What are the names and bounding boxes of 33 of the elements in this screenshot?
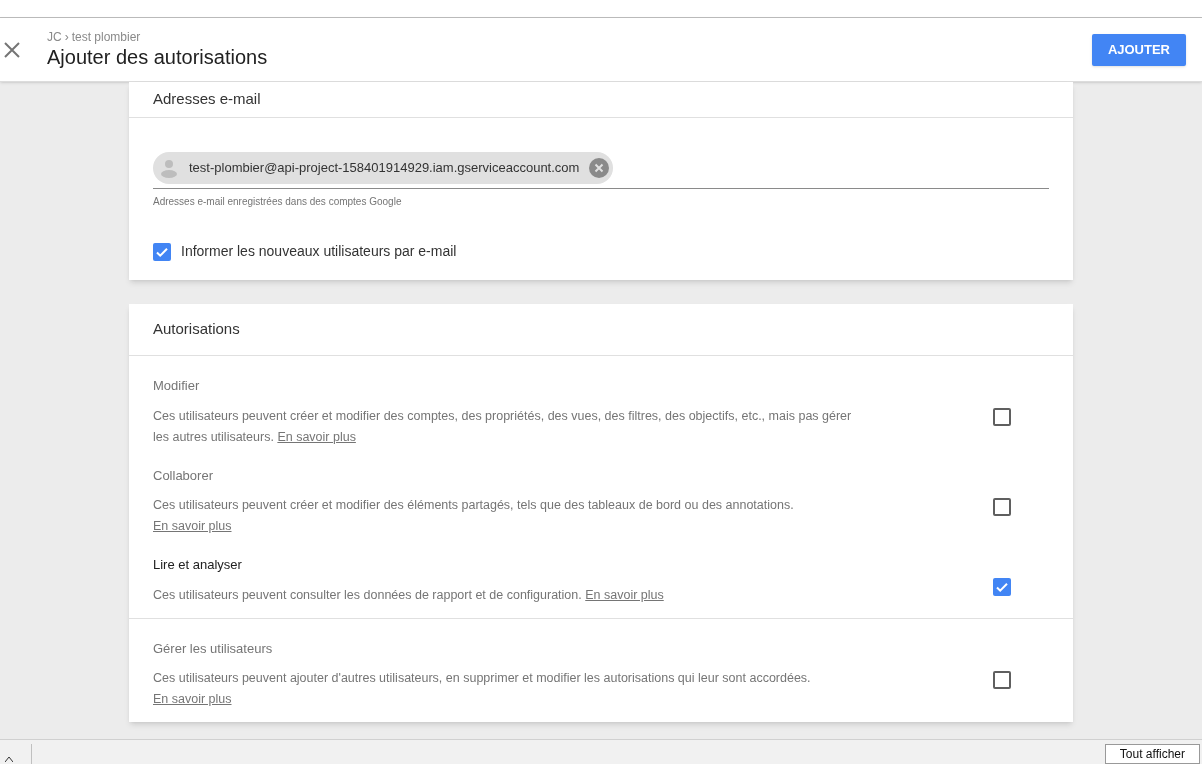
person-icon [159,158,179,178]
learn-more-link[interactable]: En savoir plus [153,519,232,533]
close-icon [3,40,21,59]
permission-title: Collaborer [153,466,214,485]
checkbox[interactable] [993,408,1011,427]
check-icon [995,580,1009,595]
checkbox[interactable] [153,242,171,261]
permission-description: Ces utilisateurs peuvent créer et modifier des éléments partagés, tels que des tableaux de bord ou des annotations. En savoir plus [153,497,795,535]
checkbox-label: Informer les nouveaux utilisateurs par e-mail [181,242,457,261]
permission-description: Ces utilisateurs peuvent ajouter d'autres utilisateurs, en supprimer et modifier les autorisations qui leur sont accordées. En savoir plus [153,670,812,708]
learn-more-link[interactable]: En savoir plus [153,692,232,706]
permission-title: Gérer les utilisateurs [153,639,274,658]
breadcrumb-separator: › [64,29,69,44]
checkbox[interactable] [993,670,1011,689]
learn-more-link[interactable]: En savoir plus [585,587,664,602]
checkbox[interactable] [993,578,1011,597]
card-title: Autorisations [129,304,1073,356]
permission-description: Ces utilisateurs peuvent créer et modifier des comptes, des propriétés, des vues, des filtres, des objectifs, etc., mais pas gérer les autres utilisateurs. En savoir plus [153,407,853,446]
add-button[interactable]: AJOUTER [1091,33,1186,66]
breadcrumb-item[interactable]: JC [47,29,62,44]
remove-icon[interactable] [589,158,610,178]
show-all-button[interactable]: Tout afficher [1104,744,1200,764]
permission-title: Lire et analyser [153,556,243,574]
checkbox[interactable] [993,497,1011,516]
permission-description: Ces utilisateurs peuvent consulter les données de rapport et de configuration. En savoir plus [153,586,665,604]
card-title: Adresses e-mail [129,82,1073,118]
breadcrumb-item[interactable]: test plombier [71,29,141,44]
page-title: Ajouter des autorisations [47,44,268,70]
field-hint: Adresses e-mail enregistrées dans des comptes Google [153,195,403,209]
permission-title: Modifier [153,377,201,395]
caret-up-icon[interactable] [5,756,13,762]
learn-more-link[interactable]: En savoir plus [277,429,356,444]
email-chip[interactable]: test-plombier@api-project-158401914929.iam.gserviceaccount.com [153,152,614,184]
